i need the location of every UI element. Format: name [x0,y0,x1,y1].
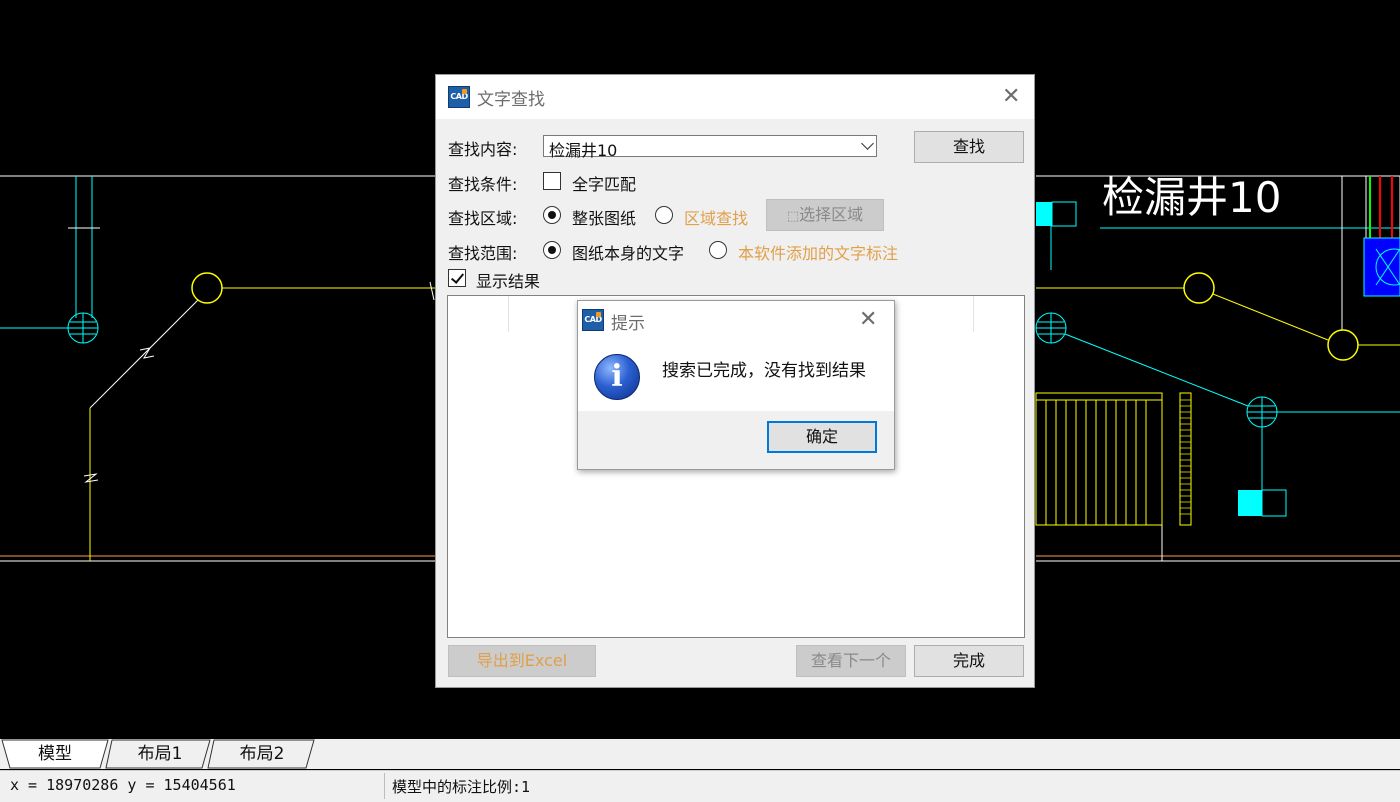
status-divider [384,773,385,799]
symbol-mark [429,281,435,301]
radio-added-annotations[interactable] [709,241,727,259]
radio-added-annotations-label: 本软件添加的文字标注 [738,244,899,263]
column-divider[interactable] [973,296,974,332]
column-divider[interactable] [508,296,509,332]
info-icon: i [594,354,640,400]
message-text: 搜索已完成，没有找到结果 [662,361,866,381]
done-button[interactable]: 完成 [914,645,1024,677]
dialog-titlebar[interactable]: CAD 文字查找 ✕ [436,75,1034,119]
app-logo-icon: CAD [448,86,470,108]
radio-whole-drawing-label: 整张图纸 [572,209,637,228]
coordinate-readout: x = 18970286 y = 15404561 [10,776,236,794]
tab-model[interactable]: 模型 [10,739,100,769]
layout-tabbar: 模型 布局1 布局2 [0,739,1400,769]
close-icon[interactable]: ✕ [1002,86,1020,108]
next-result-button[interactable]: 查看下一个 [796,645,906,677]
area-label: 查找区域: [448,209,518,228]
show-results-checkbox[interactable] [448,269,466,287]
pipe-line [1212,293,1329,341]
message-box-title: 提示 [611,314,645,334]
radio-region-search[interactable] [655,206,673,224]
tab-layout2[interactable]: 布局2 [214,739,310,769]
select-area-button[interactable]: ⬚选择区域 [766,199,884,231]
status-bar: x = 18970286 y = 15404561 模型中的标注比例:1 [0,770,1400,802]
well-symbol [191,272,223,304]
equipment-block [1261,489,1287,517]
radio-whole-drawing[interactable] [543,206,561,224]
close-icon[interactable]: ✕ [859,309,877,331]
export-excel-button[interactable]: 导出到Excel [448,645,596,677]
message-box: CAD 提示 ✕ i 搜索已完成，没有找到结果 确定 [577,300,895,470]
grate-block [1035,392,1163,526]
well-symbol [1327,329,1359,361]
pipe-line [1064,333,1249,407]
radio-drawing-text-label: 图纸本身的文字 [572,244,685,263]
chevron-down-icon[interactable] [861,137,874,150]
whole-word-label: 全字匹配 [572,175,637,194]
equipment-block [1051,201,1077,227]
pipe-line [89,299,199,409]
show-results-label: 显示结果 [476,272,541,291]
annotation-scale-readout: 模型中的标注比例:1 [392,778,531,796]
search-content-label: 查找内容: [448,140,518,159]
search-input[interactable]: 检漏井10 [543,135,877,160]
drawing-text-label: 检漏井10 [1102,173,1281,222]
equipment-block [1036,202,1052,226]
whole-word-checkbox[interactable] [543,172,561,190]
dialog-title: 文字查找 [477,90,545,110]
radio-drawing-text[interactable] [543,241,561,259]
equipment-frame [1365,175,1400,239]
equipment-block [1238,490,1262,516]
symbol-mark [83,473,99,483]
select-area-icon: ⬚ [786,209,800,224]
ok-button[interactable]: 确定 [767,421,877,453]
app-logo-icon: CAD [582,309,604,331]
radio-region-search-label: 区域查找 [684,209,749,228]
grate-bars [1045,400,1147,525]
equipment-block [1363,237,1400,297]
ladder-block [1179,392,1192,526]
select-area-label: 选择区域 [799,205,864,224]
well-symbol [1183,272,1215,304]
search-input-value: 检漏井10 [549,141,618,160]
scope-label: 查找范围: [448,244,518,263]
condition-label: 查找条件: [448,175,518,194]
ladder-rungs [1180,399,1191,515]
tab-layout1[interactable]: 布局1 [112,739,208,769]
search-button[interactable]: 查找 [914,131,1024,163]
